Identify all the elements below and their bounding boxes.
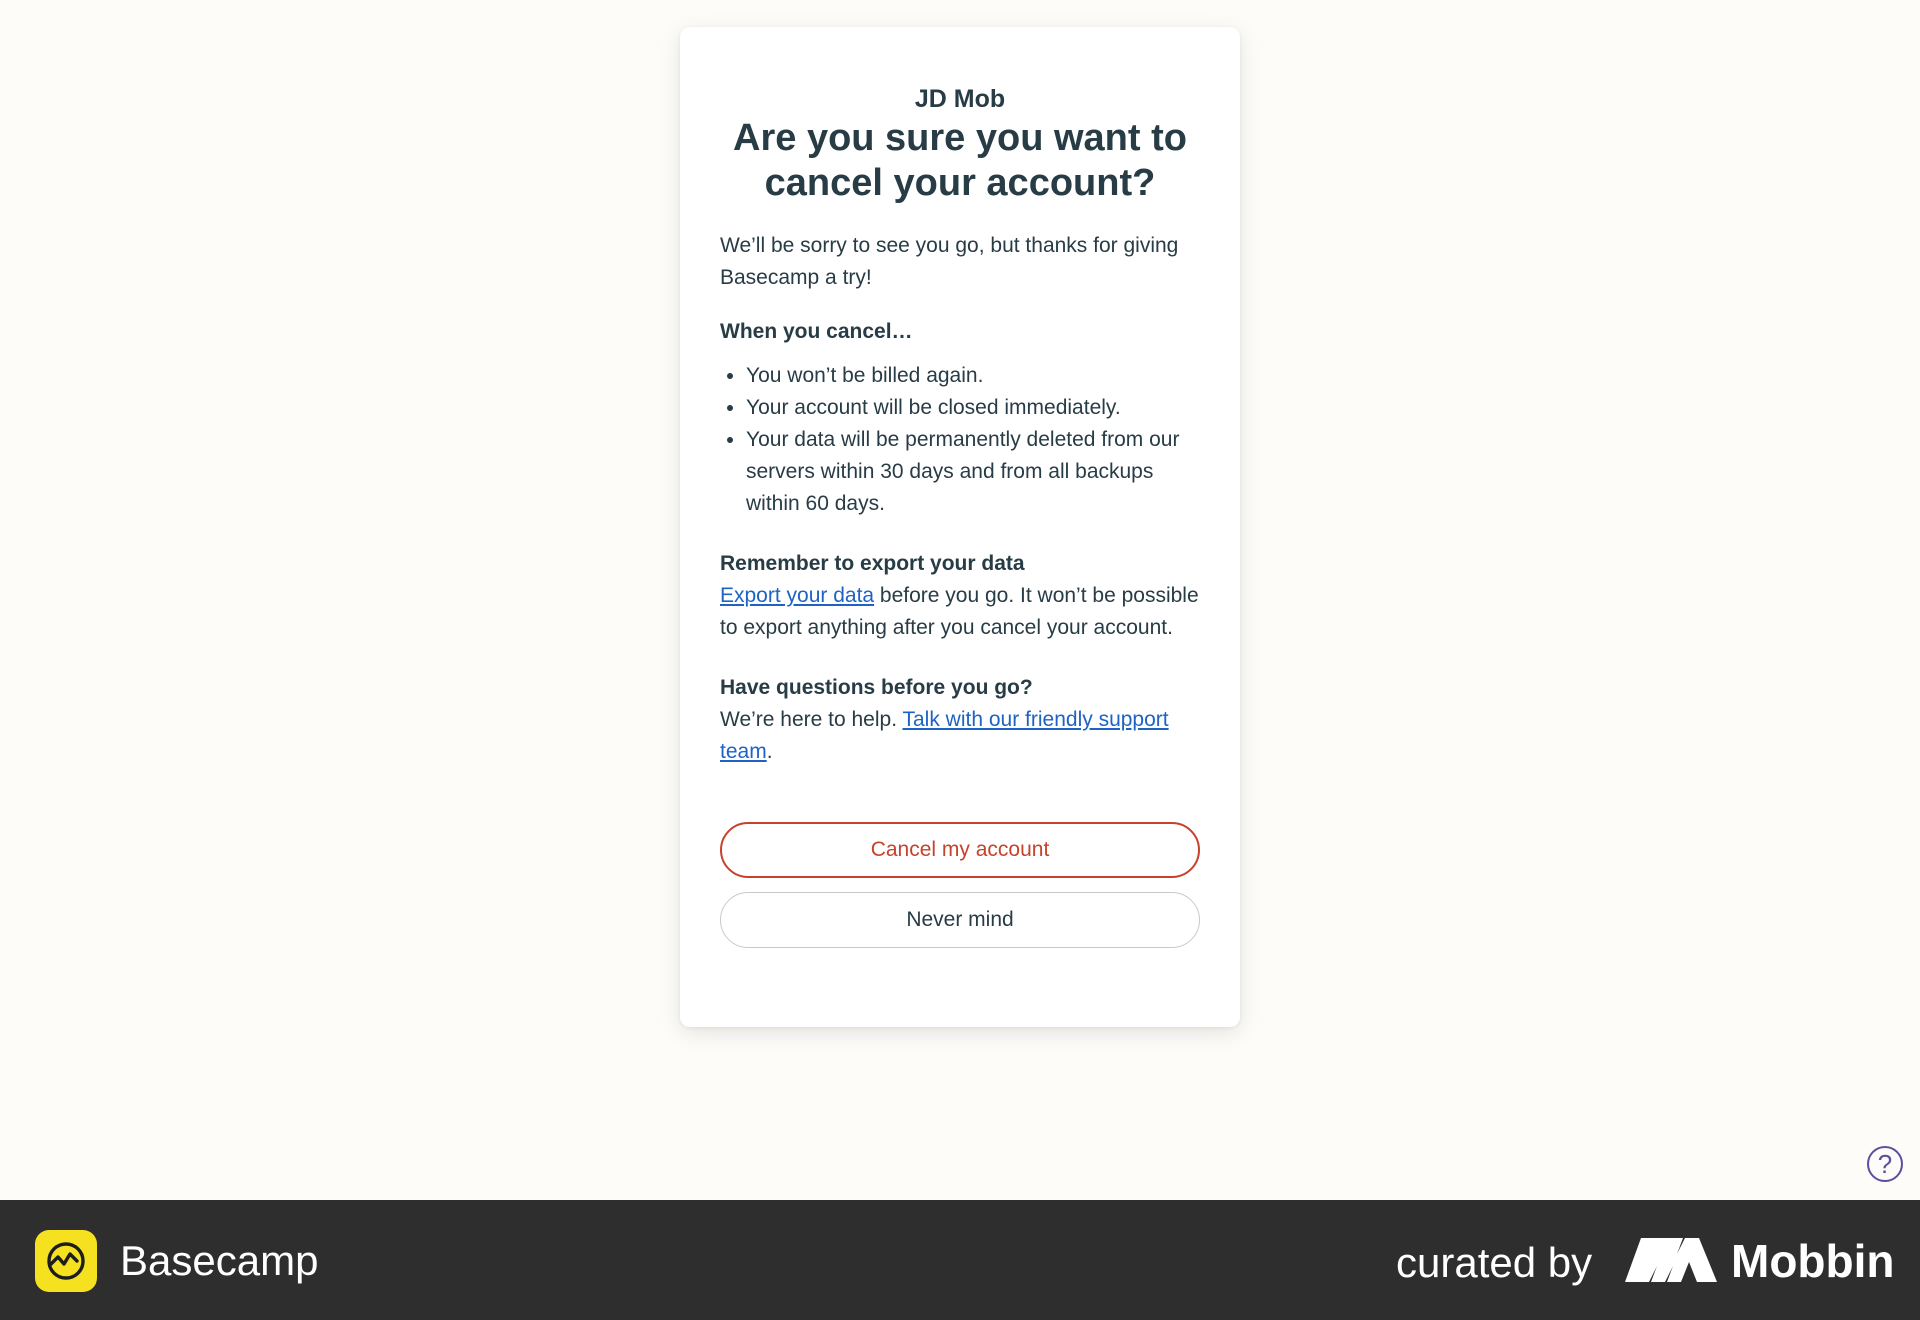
never-mind-button[interactable]: Never mind: [720, 892, 1200, 948]
consequences-list: You won’t be billed again. Your account …: [720, 360, 1200, 520]
questions-paragraph: We’re here to help. Talk with our friend…: [720, 704, 1200, 768]
list-item: Your account will be closed immediately.: [746, 392, 1200, 424]
mobbin-logo-icon: [1625, 1238, 1717, 1282]
basecamp-brand-name: Basecamp: [120, 1237, 319, 1284]
export-heading: Remember to export your data: [720, 552, 1025, 575]
mobbin-brand-name: Mobbin: [1731, 1235, 1895, 1287]
intro-text: We’ll be sorry to see you go, but thanks…: [720, 234, 1179, 289]
questions-end: .: [766, 740, 773, 763]
list-item: You won’t be billed again.: [746, 360, 1200, 392]
footer-bar: Basecamp curated by Mobbin: [0, 1200, 1920, 1320]
account-name: JD Mob: [914, 85, 1006, 113]
basecamp-logo-icon: [35, 1230, 97, 1292]
list-item: Your data will be permanently deleted fr…: [746, 424, 1200, 520]
cancel-account-button[interactable]: Cancel my account: [720, 822, 1200, 878]
when-cancel-heading: When you cancel…: [720, 320, 913, 343]
export-paragraph: Export your data before you go. It won’t…: [720, 580, 1200, 644]
questions-text: We’re here to help.: [720, 708, 903, 731]
help-button[interactable]: ?: [1867, 1146, 1903, 1182]
page-title: Are you sure you want to cancel your acc…: [733, 117, 1187, 204]
curated-by-label: curated by: [1396, 1239, 1593, 1286]
export-data-link[interactable]: Export your data: [720, 584, 874, 607]
questions-heading: Have questions before you go?: [720, 676, 1033, 699]
cancel-account-card: JD Mob Are you sure you want to cancel y…: [680, 27, 1240, 1027]
